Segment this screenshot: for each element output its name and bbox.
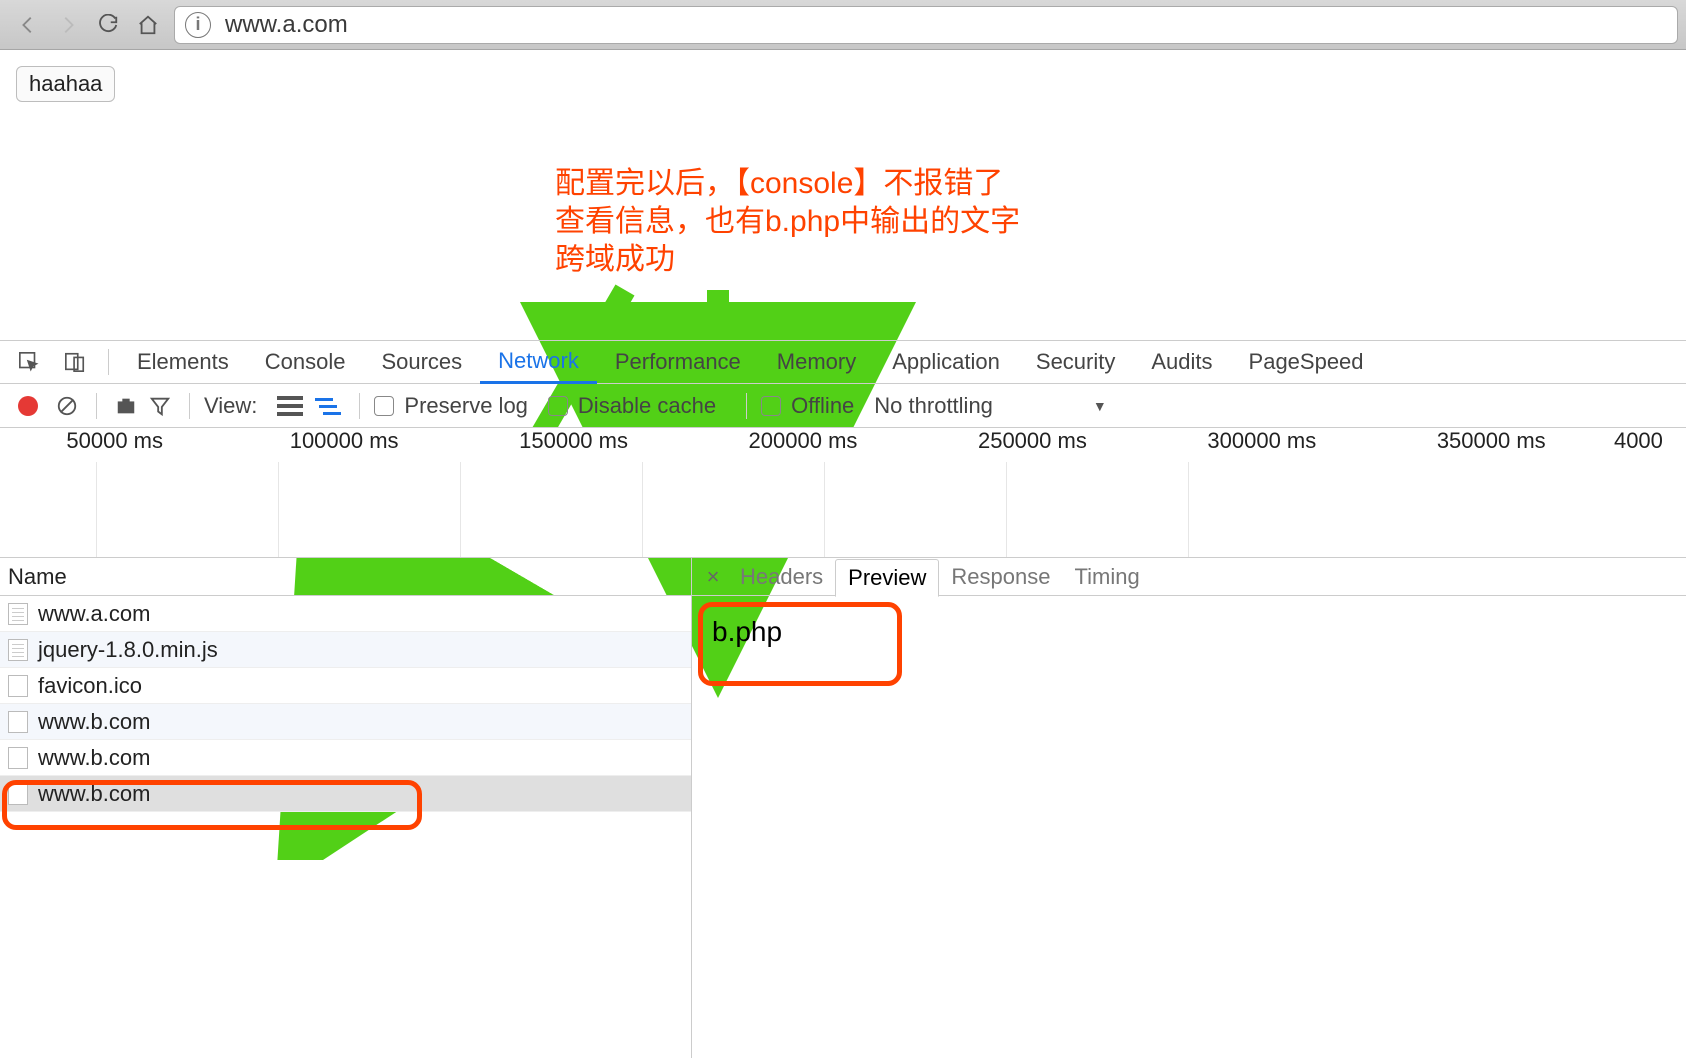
timeline-tick: 250000 ms	[918, 428, 1147, 462]
tab-elements[interactable]: Elements	[119, 340, 247, 384]
request-name: jquery-1.8.0.min.js	[38, 637, 218, 663]
file-icon	[8, 747, 28, 769]
chevron-down-icon: ▼	[1093, 398, 1107, 414]
waterfall-view-icon[interactable]	[315, 396, 341, 416]
request-row[interactable]: favicon.ico	[0, 668, 691, 704]
disable-cache-label: Disable cache	[578, 393, 716, 419]
reload-icon[interactable]	[88, 5, 128, 45]
request-row[interactable]: www.b.com	[0, 704, 691, 740]
home-icon[interactable]	[128, 5, 168, 45]
offline-checkbox[interactable]	[761, 396, 781, 416]
browser-nav-bar: i www.a.com	[0, 0, 1686, 50]
large-rows-icon[interactable]	[277, 396, 303, 416]
tab-application[interactable]: Application	[874, 340, 1018, 384]
clear-icon[interactable]	[52, 391, 82, 421]
timeline-tick: 350000 ms	[1377, 428, 1606, 462]
network-toolbar: View: Preserve log Disable cache Offline…	[0, 384, 1686, 428]
site-info-icon[interactable]: i	[185, 12, 211, 38]
tab-network[interactable]: Network	[480, 340, 597, 384]
request-row[interactable]: www.a.com	[0, 596, 691, 632]
tab-audits[interactable]: Audits	[1133, 340, 1230, 384]
close-icon[interactable]: ×	[698, 564, 728, 590]
network-timeline[interactable]: 50000 ms100000 ms150000 ms200000 ms25000…	[0, 428, 1686, 558]
view-label: View:	[204, 393, 257, 419]
preserve-log-checkbox[interactable]	[374, 396, 394, 416]
request-name: www.b.com	[38, 781, 150, 807]
timeline-tick: 200000 ms	[688, 428, 917, 462]
devtools-tabs: ElementsConsoleSourcesNetworkPerformance…	[0, 340, 1686, 384]
tab-memory[interactable]: Memory	[759, 340, 874, 384]
detail-tab-preview[interactable]: Preview	[835, 559, 939, 597]
capture-screenshot-icon[interactable]	[111, 391, 141, 421]
annotation-text: 配置完以后，【console】不报错了 查看信息，也有b.php中输出的文字 跨…	[555, 165, 1020, 279]
file-icon	[8, 711, 28, 733]
timeline-tick: 150000 ms	[459, 428, 688, 462]
detail-tab-headers[interactable]: Headers	[728, 558, 835, 596]
device-toggle-icon[interactable]	[58, 345, 92, 379]
tab-console[interactable]: Console	[247, 340, 364, 384]
file-icon	[8, 603, 28, 625]
devtools-panel: ElementsConsoleSourcesNetworkPerformance…	[0, 340, 1686, 1058]
record-icon[interactable]	[18, 396, 38, 416]
tab-pagespeed[interactable]: PageSpeed	[1231, 340, 1382, 384]
request-name: www.b.com	[38, 709, 150, 735]
preview-content: b.php	[692, 596, 1686, 668]
throttling-dropdown[interactable]: No throttling ▼	[874, 393, 1106, 419]
timeline-tick: 50000 ms	[0, 428, 229, 462]
back-icon[interactable]	[8, 5, 48, 45]
throttling-value: No throttling	[874, 393, 993, 419]
file-icon	[8, 639, 28, 661]
offline-label: Offline	[791, 393, 854, 419]
filter-icon[interactable]	[145, 391, 175, 421]
request-name: favicon.ico	[38, 673, 142, 699]
timeline-tick: 4000	[1606, 428, 1686, 462]
request-list: Name www.a.com jquery-1.8.0.min.js favicon…	[0, 558, 692, 1058]
request-name: www.b.com	[38, 745, 150, 771]
address-bar[interactable]: i www.a.com	[174, 6, 1678, 44]
disable-cache-checkbox[interactable]	[548, 396, 568, 416]
annotation-line: 跨域成功	[555, 241, 1020, 279]
timeline-tick: 300000 ms	[1147, 428, 1376, 462]
tab-performance[interactable]: Performance	[597, 340, 759, 384]
network-body: Name www.a.com jquery-1.8.0.min.js favicon…	[0, 558, 1686, 1058]
preserve-log-label: Preserve log	[404, 393, 528, 419]
name-column-header[interactable]: Name	[0, 558, 691, 596]
tab-security[interactable]: Security	[1018, 340, 1133, 384]
detail-tab-response[interactable]: Response	[939, 558, 1062, 596]
detail-tab-timing[interactable]: Timing	[1062, 558, 1151, 596]
request-row[interactable]: jquery-1.8.0.min.js	[0, 632, 691, 668]
annotation-line: 配置完以后，【console】不报错了	[555, 165, 1020, 203]
haahaa-button[interactable]: haahaa	[16, 66, 115, 102]
request-row[interactable]: www.b.com	[0, 776, 691, 812]
file-icon	[8, 675, 28, 697]
inspect-icon[interactable]	[12, 345, 46, 379]
url-text: www.a.com	[225, 11, 348, 39]
timeline-tick: 100000 ms	[229, 428, 458, 462]
request-name: www.a.com	[38, 601, 150, 627]
request-row[interactable]: www.b.com	[0, 740, 691, 776]
tab-sources[interactable]: Sources	[363, 340, 480, 384]
forward-icon[interactable]	[48, 5, 88, 45]
detail-tabs: × HeadersPreviewResponseTiming	[692, 558, 1686, 596]
annotation-line: 查看信息，也有b.php中输出的文字	[555, 203, 1020, 241]
request-detail: × HeadersPreviewResponseTiming b.php	[692, 558, 1686, 1058]
file-icon	[8, 783, 28, 805]
